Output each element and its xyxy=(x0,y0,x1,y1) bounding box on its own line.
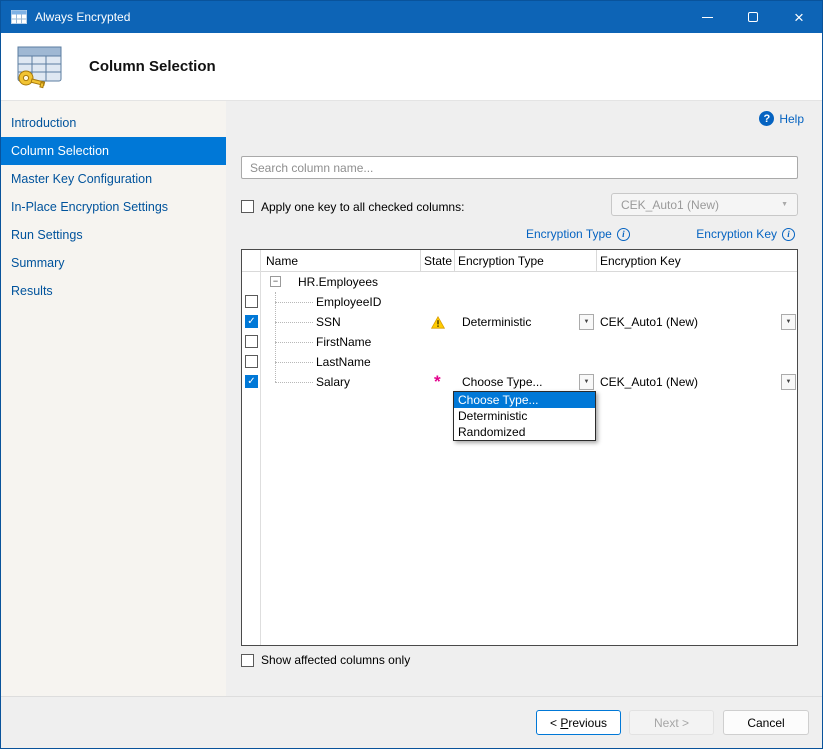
titlebar: Always Encrypted × xyxy=(1,1,822,33)
close-button[interactable]: × xyxy=(776,1,822,33)
table-row: FirstName xyxy=(242,332,797,352)
maximize-icon xyxy=(748,12,758,22)
page-header: Column Selection xyxy=(1,33,822,101)
column-name: Salary xyxy=(316,372,350,392)
encryption-type-value[interactable]: Deterministic xyxy=(462,312,531,332)
table-key-icon xyxy=(13,44,65,90)
sidebar-item-master-key-configuration[interactable]: Master Key Configuration xyxy=(1,165,226,193)
column-name: LastName xyxy=(316,352,371,372)
next-button[interactable]: Next > xyxy=(629,710,714,735)
column-header-encryption-key: Encryption Key xyxy=(600,250,681,272)
always-encrypted-app-icon xyxy=(11,10,27,24)
encryption-type-dropdown-arrow[interactable]: ▼ xyxy=(579,374,594,390)
tree-connector xyxy=(275,342,313,343)
row-checkbox[interactable]: ✓ xyxy=(245,315,258,328)
row-checkbox[interactable] xyxy=(245,355,258,368)
table-row: ✓ Salary * Choose Type... ▼ CEK_Auto1 (New) ▼ xyxy=(242,372,797,392)
header-separator xyxy=(454,250,455,272)
footer: < Previous Next > Cancel xyxy=(1,696,822,748)
sidebar-item-introduction[interactable]: Introduction xyxy=(1,109,226,137)
table-row: EmployeeID xyxy=(242,292,797,312)
help-link[interactable]: ? Help xyxy=(759,111,804,126)
tree-connector xyxy=(275,382,313,383)
apply-key-checkbox[interactable] xyxy=(241,200,254,213)
cancel-button[interactable]: Cancel xyxy=(723,710,809,735)
encryption-key-dropdown-arrow[interactable]: ▼ xyxy=(781,374,796,390)
window-title: Always Encrypted xyxy=(35,10,130,24)
tree-connector xyxy=(275,362,313,363)
table-row: ✓ SSN Deterministic ▼ CEK_Auto1 (New) ▼ xyxy=(242,312,797,332)
minimize-icon xyxy=(702,17,713,18)
chevron-down-icon: ▼ xyxy=(781,201,788,208)
sidebar-item-summary[interactable]: Summary xyxy=(1,249,226,277)
dropdown-option-randomized[interactable]: Randomized xyxy=(454,424,595,440)
show-affected-row: Show affected columns only xyxy=(241,653,410,667)
previous-button[interactable]: < Previous xyxy=(536,710,621,735)
sidebar-item-run-settings[interactable]: Run Settings xyxy=(1,221,226,249)
apply-key-row: Apply one key to all checked columns: xyxy=(241,195,464,218)
header-separator xyxy=(420,250,421,272)
tree-connector xyxy=(275,302,313,303)
encryption-key-link[interactable]: Encryption Key xyxy=(696,227,777,241)
info-icon[interactable]: i xyxy=(782,228,795,241)
column-name: FirstName xyxy=(316,332,371,352)
dropdown-option-deterministic[interactable]: Deterministic xyxy=(454,408,595,424)
help-label: Help xyxy=(779,112,804,126)
sidebar-item-column-selection[interactable]: Column Selection xyxy=(1,137,226,165)
column-name: SSN xyxy=(316,312,341,332)
show-affected-checkbox[interactable] xyxy=(241,654,254,667)
grid-body: − HR.EmployeesEmployeeID ✓ SSN Deterministic… xyxy=(242,272,797,645)
cek-combo-disabled[interactable]: CEK_Auto1 (New) ▼ xyxy=(611,193,798,216)
warning-icon xyxy=(425,312,451,332)
table-row: LastName xyxy=(242,352,797,372)
collapse-expander-icon[interactable]: − xyxy=(270,276,281,287)
columns-table: Name State Encryption Type Encryption Key −… xyxy=(241,249,798,646)
encryption-key-value[interactable]: CEK_Auto1 (New) xyxy=(600,312,698,332)
show-affected-label: Show affected columns only xyxy=(261,653,410,667)
sidebar: IntroductionColumn SelectionMaster Key C… xyxy=(1,101,226,696)
info-icon[interactable]: i xyxy=(617,228,630,241)
minimize-button[interactable] xyxy=(684,1,730,33)
column-header-name: Name xyxy=(266,250,298,272)
cek-combo-value: CEK_Auto1 (New) xyxy=(621,198,719,212)
encryption-key-value[interactable]: CEK_Auto1 (New) xyxy=(600,372,698,392)
tree-connector xyxy=(275,322,313,323)
encryption-type-dropdown-arrow[interactable]: ▼ xyxy=(579,314,594,330)
encryption-type-listbox: Choose Type...DeterministicRandomized xyxy=(453,391,596,441)
close-icon: × xyxy=(794,9,804,26)
encryption-key-dropdown-arrow[interactable]: ▼ xyxy=(781,314,796,330)
column-header-encryption-type: Encryption Type xyxy=(458,250,544,272)
sidebar-item-results[interactable]: Results xyxy=(1,277,226,305)
page-title: Column Selection xyxy=(89,58,216,75)
encryption-key-link-group: Encryption Key i xyxy=(696,227,795,241)
window-controls: × xyxy=(684,1,822,33)
sidebar-item-in-place-encryption-settings[interactable]: In-Place Encryption Settings xyxy=(1,193,226,221)
help-icon: ? xyxy=(759,111,774,126)
column-name: EmployeeID xyxy=(316,292,381,312)
encryption-type-link[interactable]: Encryption Type xyxy=(526,227,612,241)
column-header-state: State xyxy=(424,250,452,272)
encryption-type-link-group: Encryption Type i xyxy=(526,227,630,241)
table-group-name: HR.Employees xyxy=(298,272,378,292)
table-group-row: − HR.Employees xyxy=(242,272,797,292)
row-checkbox[interactable]: ✓ xyxy=(245,375,258,388)
main-panel: ? Help Apply one key to all checked colu… xyxy=(226,101,822,696)
row-checkbox[interactable] xyxy=(245,295,258,308)
required-asterisk: * xyxy=(425,372,451,392)
dropdown-option-choose-type[interactable]: Choose Type... xyxy=(454,392,595,408)
row-checkbox[interactable] xyxy=(245,335,258,348)
encryption-type-value[interactable]: Choose Type... xyxy=(462,372,543,392)
header-separator xyxy=(596,250,597,272)
grid-header: Name State Encryption Type Encryption Key xyxy=(242,250,797,272)
always-encrypted-wizard-window: Always Encrypted × Column Selection Int xyxy=(0,0,823,749)
apply-key-label: Apply one key to all checked columns: xyxy=(261,200,464,214)
maximize-button[interactable] xyxy=(730,1,776,33)
search-column-input[interactable] xyxy=(241,156,798,179)
